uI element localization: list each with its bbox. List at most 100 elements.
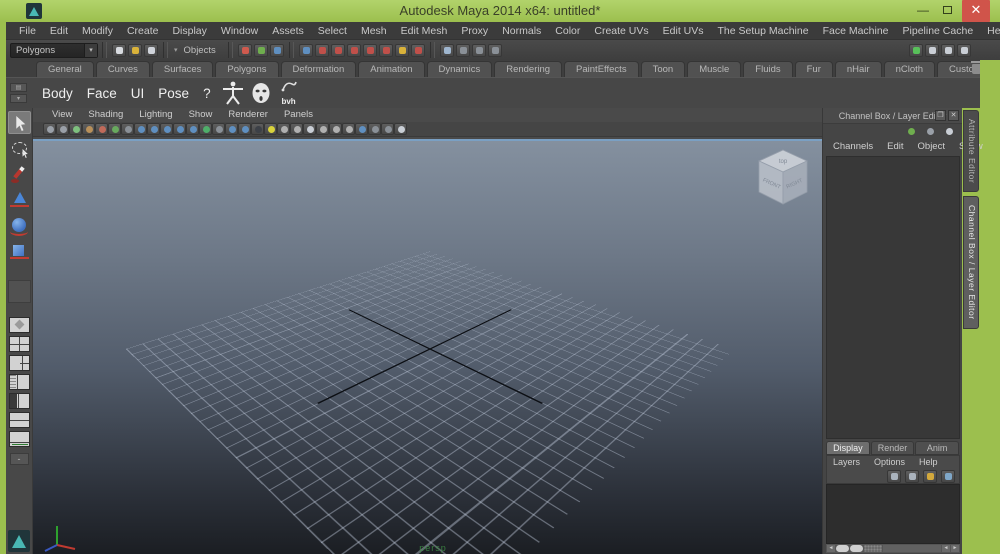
hypershade-persp-layout-button[interactable] <box>8 393 30 409</box>
new-empty-layer-icon[interactable] <box>887 469 901 483</box>
shelf-item-menu-icon[interactable]: ▤ <box>10 83 27 92</box>
channel-box-list[interactable] <box>826 156 960 439</box>
hyperbolic-slider-icon[interactable] <box>943 125 957 138</box>
select-tool[interactable] <box>7 111 31 134</box>
paint-select-tool[interactable] <box>8 163 31 186</box>
image-plane-icon[interactable] <box>95 123 108 135</box>
component-mode-icon[interactable] <box>269 43 284 57</box>
show-outliner-icon[interactable] <box>909 43 923 57</box>
render-view-icon[interactable] <box>439 43 454 57</box>
shelf-button-help[interactable]: ? <box>196 82 218 105</box>
scroll-pill[interactable] <box>836 545 849 552</box>
scroll-pill[interactable] <box>850 545 863 552</box>
shelf-tab-polygons[interactable]: Polygons <box>215 61 279 77</box>
xray-joints-icon[interactable] <box>329 123 342 135</box>
render-current-frame-icon[interactable] <box>455 43 470 57</box>
two-pane-layout-button[interactable] <box>8 412 30 428</box>
shelf-button-ui[interactable]: UI <box>124 82 152 105</box>
default-material-icon[interactable] <box>264 123 277 135</box>
menu-face-machine[interactable]: Face Machine <box>816 22 896 40</box>
three-pane-layout-button[interactable] <box>8 355 30 371</box>
shelf-tab-dynamics[interactable]: Dynamics <box>426 61 493 77</box>
film-gate-icon[interactable] <box>134 123 147 135</box>
layer-tab-render[interactable]: Render <box>870 441 915 455</box>
menu-mesh[interactable]: Mesh <box>354 22 394 40</box>
menu-edit-mesh[interactable]: Edit Mesh <box>394 22 455 40</box>
highlight-selection-icon[interactable] <box>410 43 425 57</box>
save-scene-icon[interactable] <box>144 43 158 57</box>
wireframe-mode-icon[interactable] <box>212 123 225 135</box>
lock-camera-icon[interactable] <box>56 123 69 135</box>
face-mask-icon[interactable] <box>248 80 274 106</box>
scroll-left-icon[interactable]: ◄ <box>827 545 835 552</box>
menu-assets[interactable]: Assets <box>265 22 311 40</box>
menu-select[interactable]: Select <box>311 22 354 40</box>
layer-tab-anim[interactable]: Anim <box>915 441 960 455</box>
move-tool[interactable] <box>8 189 31 212</box>
menu-display[interactable]: Display <box>165 22 213 40</box>
divider[interactable] <box>288 42 294 58</box>
snap-to-grid-icon[interactable] <box>298 43 313 57</box>
channel-box-menu-channels[interactable]: Channels <box>827 139 879 154</box>
menu-window[interactable]: Window <box>214 22 265 40</box>
divider[interactable] <box>102 42 107 58</box>
xray-active-icon[interactable] <box>342 123 355 135</box>
divider[interactable] <box>227 42 233 58</box>
view-cube[interactable]: top FRONT RIGHT <box>754 147 812 214</box>
select-camera-icon[interactable] <box>43 123 56 135</box>
shelf-button-face[interactable]: Face <box>80 82 124 105</box>
xray-icon[interactable] <box>316 123 329 135</box>
menu-the-setup-machine[interactable]: The Setup Machine <box>711 22 816 40</box>
bookmark-icon[interactable] <box>82 123 95 135</box>
channel-box-menu-edit[interactable]: Edit <box>881 139 909 154</box>
field-chart-icon[interactable] <box>173 123 186 135</box>
manipulator-icon[interactable] <box>905 125 919 138</box>
panel-menu-view[interactable]: View <box>45 108 79 122</box>
shelf-button-pose[interactable]: Pose <box>151 82 196 105</box>
scroll-track[interactable] <box>883 545 941 552</box>
shelf-tab-toon[interactable]: Toon <box>640 61 686 77</box>
attribute-editor-toggle-icon[interactable] <box>925 43 939 57</box>
open-scene-icon[interactable] <box>128 43 142 57</box>
ambient-occlusion-icon[interactable] <box>290 123 303 135</box>
new-render-layer-icon[interactable] <box>923 469 937 483</box>
shelf-tab-deformation[interactable]: Deformation <box>280 61 357 77</box>
rotate-tool[interactable] <box>8 215 31 238</box>
bvh-import-icon[interactable]: bvh <box>276 80 302 106</box>
collapse-arrow-icon[interactable]: ▾ <box>172 46 180 54</box>
make-live-icon[interactable] <box>378 43 393 57</box>
shelf-button-body[interactable]: Body <box>35 82 80 105</box>
detach-panel-icon[interactable]: ❐ <box>935 110 946 121</box>
shrink-toolbox-button[interactable]: - <box>9 453 29 465</box>
channel-box-toggle-icon[interactable] <box>957 43 971 57</box>
grease-pencil-icon[interactable] <box>108 123 121 135</box>
gate-mask-icon[interactable] <box>160 123 173 135</box>
lasso-select-tool[interactable] <box>8 137 31 160</box>
menu-edit[interactable]: Edit <box>43 22 75 40</box>
close-button[interactable]: ✕ <box>962 0 990 22</box>
menu-edit-uvs[interactable]: Edit UVs <box>656 22 711 40</box>
scale-tool[interactable] <box>8 241 31 264</box>
layer-menu-layers[interactable]: Layers <box>827 456 866 469</box>
shelf-tab-menu-icon[interactable]: ▾ <box>10 94 27 103</box>
menu-modify[interactable]: Modify <box>75 22 120 40</box>
grid-toggle-icon[interactable] <box>121 123 134 135</box>
shadows-icon[interactable] <box>277 123 290 135</box>
title-bar[interactable]: Autodesk Maya 2014 x64: untitled* — ✕ <box>0 0 1000 22</box>
viewport-canvas[interactable]: top FRONT RIGHT persp <box>33 139 822 554</box>
panel-menu-shading[interactable]: Shading <box>81 108 130 122</box>
new-scene-icon[interactable] <box>112 43 126 57</box>
light-icon[interactable] <box>303 123 316 135</box>
isolate-select-icon[interactable] <box>355 123 368 135</box>
attribute-editor-tab[interactable]: Attribute Editor <box>963 110 979 193</box>
scroll-grip[interactable] <box>864 545 882 552</box>
menu-proxy[interactable]: Proxy <box>454 22 495 40</box>
menu-create-uvs[interactable]: Create UVs <box>587 22 655 40</box>
panel-menu-show[interactable]: Show <box>182 108 220 122</box>
shelf-tab-animation[interactable]: Animation <box>358 61 425 77</box>
divider[interactable] <box>163 42 168 58</box>
persp-graph-layout-button[interactable] <box>8 431 30 447</box>
layer-list[interactable] <box>826 484 960 544</box>
panel-menu-lighting[interactable]: Lighting <box>132 108 179 122</box>
separate-view-icon[interactable] <box>381 123 394 135</box>
